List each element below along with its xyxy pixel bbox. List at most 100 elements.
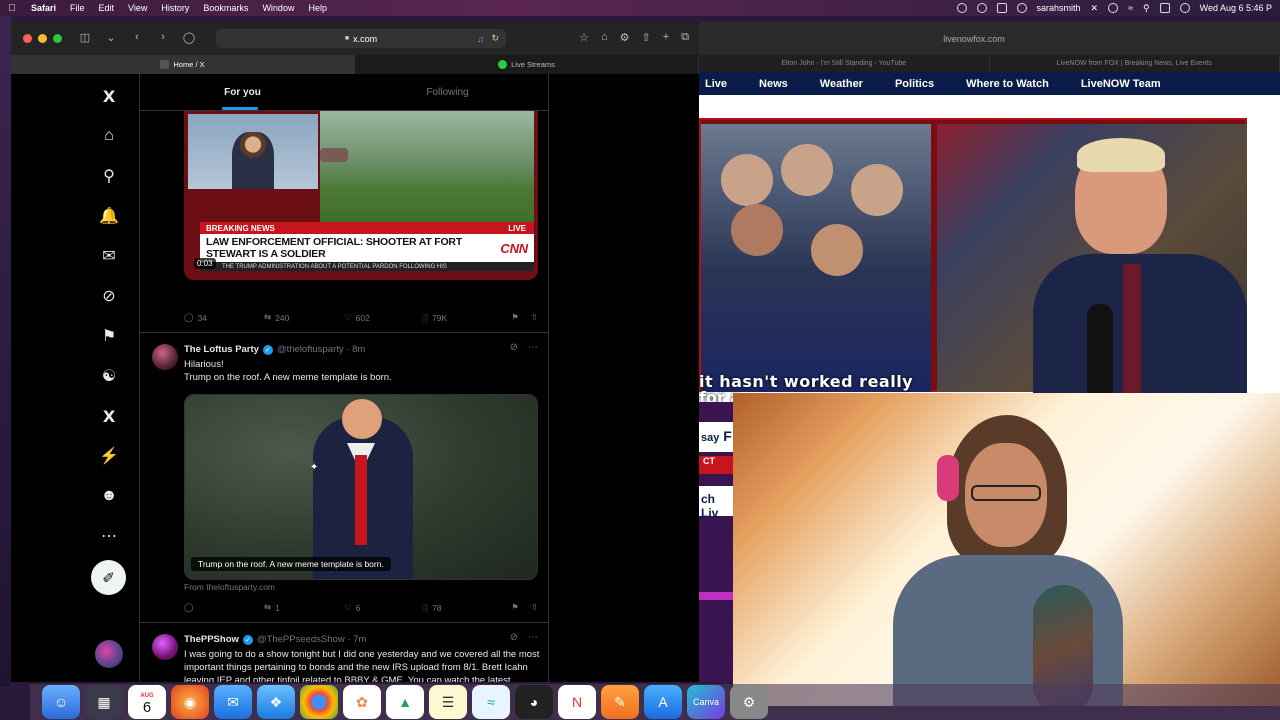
mute-icon[interactable]: ✕ xyxy=(1091,3,1099,14)
grok-icon[interactable]: ⊘ xyxy=(510,342,518,353)
wifi-icon[interactable]: ≈ xyxy=(1128,3,1133,13)
close-button[interactable] xyxy=(23,34,32,43)
siri-icon[interactable] xyxy=(1179,3,1190,13)
share-icon[interactable]: ⇧ xyxy=(531,602,538,613)
google-drive-icon[interactable]: ▲ xyxy=(386,685,424,719)
watch-live-fragment[interactable]: ch Liv xyxy=(699,486,735,520)
video-player[interactable]: BREAKING NEWS LIVE LAW ENFORCEMENT OFFIC… xyxy=(184,110,538,280)
reply-button[interactable]: ◯ 34 xyxy=(184,312,264,323)
apple-icon[interactable]:  xyxy=(0,3,24,14)
tab-livenow[interactable]: LiveNOW from FOX | Breaking News, Live E… xyxy=(990,55,1280,72)
calendar-icon[interactable]: AUG 6 xyxy=(128,685,166,719)
chrome-icon[interactable] xyxy=(300,685,338,719)
nav-weather[interactable]: Weather xyxy=(820,78,863,90)
address-bar[interactable]: ■ x.com ♫ ↻ xyxy=(216,29,506,48)
avatar[interactable] xyxy=(152,634,178,660)
notifications-bell-icon[interactable]: 🔔 xyxy=(97,204,121,228)
nav-news[interactable]: News xyxy=(759,78,788,90)
safari-icon[interactable]: ❖ xyxy=(257,685,295,719)
tab-youtube[interactable]: Elton John - I'm Still Standing - YouTub… xyxy=(699,55,990,72)
author-handle[interactable]: @ThePPseedsShow · 7m xyxy=(257,634,366,645)
author-name[interactable]: The Loftus Party xyxy=(184,344,259,355)
premium-x-icon[interactable]: X xyxy=(97,404,121,428)
pages-icon[interactable]: ✎ xyxy=(601,685,639,719)
user-name[interactable]: sarahsmith xyxy=(1037,3,1081,13)
minimize-button[interactable] xyxy=(38,34,47,43)
search-icon[interactable]: ⚲ xyxy=(1143,3,1150,14)
like-button[interactable]: ♡ 6 xyxy=(344,602,422,613)
more-icon[interactable]: ⋯ xyxy=(97,524,121,548)
obs-icon[interactable]: ◕ xyxy=(515,685,553,719)
messages-envelope-icon[interactable]: ✉ xyxy=(97,244,121,268)
author-handle[interactable]: @theloftusparty · 8m xyxy=(277,344,365,355)
home-icon[interactable]: ⌂ xyxy=(601,31,608,44)
more-icon[interactable]: ⋯ xyxy=(528,342,538,353)
status-icon[interactable] xyxy=(956,3,967,13)
tab-following[interactable]: Following xyxy=(345,74,548,110)
sidebar-icon[interactable]: ◫ xyxy=(77,31,93,44)
tab-home-x[interactable]: Home / X xyxy=(11,55,355,74)
link-source[interactable]: From theloftusparty.com xyxy=(184,582,275,592)
display-icon[interactable] xyxy=(996,3,1007,13)
menu-window[interactable]: Window xyxy=(255,3,301,13)
tab-live-streams[interactable]: Live Streams xyxy=(355,55,699,74)
menu-help[interactable]: Help xyxy=(301,3,334,13)
app-store-icon[interactable]: A xyxy=(644,685,682,719)
headphones-icon[interactable] xyxy=(1016,3,1027,13)
author-name[interactable]: ThePPShow xyxy=(184,634,239,645)
repost-button[interactable]: ⇆ 1 xyxy=(264,602,344,613)
avatar[interactable] xyxy=(152,344,178,370)
new-tab-icon[interactable]: + xyxy=(663,31,669,44)
zoom-button[interactable] xyxy=(53,34,62,43)
share-icon[interactable]: ⇧ xyxy=(641,31,650,44)
menu-bookmarks[interactable]: Bookmarks xyxy=(196,3,255,13)
menu-file[interactable]: File xyxy=(63,3,92,13)
star-icon[interactable]: ☆ xyxy=(579,31,589,44)
profile-icon[interactable]: ☻ xyxy=(97,484,121,508)
clock[interactable]: Wed Aug 6 5:46 P xyxy=(1200,3,1272,13)
reply-button[interactable]: ◯ xyxy=(184,602,264,613)
speaker-icon[interactable]: ♫ xyxy=(477,34,484,44)
launchpad-icon[interactable]: ▦ xyxy=(85,685,123,719)
menu-view[interactable]: View xyxy=(121,3,154,13)
mail-icon[interactable]: ✉ xyxy=(214,685,252,719)
canva-icon[interactable]: Canva xyxy=(687,685,725,719)
repost-button[interactable]: ⇆ 240 xyxy=(264,312,344,323)
grok-icon[interactable]: ⊘ xyxy=(97,284,121,308)
nav-where-to-watch[interactable]: Where to Watch xyxy=(966,78,1049,90)
tab-for-you[interactable]: For you xyxy=(140,74,345,110)
shield-icon[interactable]: ◯ xyxy=(181,31,197,44)
reload-icon[interactable]: ↻ xyxy=(491,33,499,44)
verified-orgs-lightning-icon[interactable]: ⚡ xyxy=(97,444,121,468)
share-icon[interactable]: ⇧ xyxy=(531,312,538,323)
menu-edit[interactable]: Edit xyxy=(92,3,122,13)
photos-icon[interactable]: ✿ xyxy=(343,685,381,719)
control-center-icon[interactable] xyxy=(1159,3,1170,13)
explore-search-icon[interactable]: ⚲ xyxy=(97,164,121,188)
views-button[interactable]: ░ 79K xyxy=(422,313,506,323)
finder-icon[interactable]: ☺ xyxy=(42,685,80,719)
back-icon[interactable]: ‹ xyxy=(129,31,145,44)
x-logo-icon[interactable]: X xyxy=(97,84,121,108)
more-icon[interactable]: ⋯ xyxy=(528,632,538,643)
time-machine-icon[interactable] xyxy=(976,3,987,13)
nav-politics[interactable]: Politics xyxy=(895,78,934,90)
avatar[interactable] xyxy=(95,640,123,668)
tabs-overview-icon[interactable]: ⧉ xyxy=(681,31,689,44)
system-settings-icon[interactable]: ⚙ xyxy=(730,685,768,719)
bookmarks-icon[interactable]: ⚑ xyxy=(97,324,121,348)
home-icon[interactable]: ⌂ xyxy=(97,124,121,148)
news-icon[interactable]: N xyxy=(558,685,596,719)
menu-history[interactable]: History xyxy=(154,3,196,13)
views-button[interactable]: ░ 78 xyxy=(422,603,506,613)
gear-icon[interactable]: ⚙ xyxy=(620,31,630,44)
nav-livenow-team[interactable]: LiveNOW Team xyxy=(1081,78,1161,90)
chevron-down-icon[interactable]: ⌄ xyxy=(103,31,119,44)
bookmark-icon[interactable]: ⚑ xyxy=(511,602,519,613)
menu-app[interactable]: Safari xyxy=(24,3,63,13)
like-button[interactable]: ♡ 602 xyxy=(344,312,422,323)
grok-icon[interactable]: ⊘ xyxy=(510,632,518,643)
freeform-icon[interactable]: ≈ xyxy=(472,685,510,719)
nav-live[interactable]: Live xyxy=(705,78,727,90)
compose-post-button[interactable]: ✐ xyxy=(91,560,126,595)
